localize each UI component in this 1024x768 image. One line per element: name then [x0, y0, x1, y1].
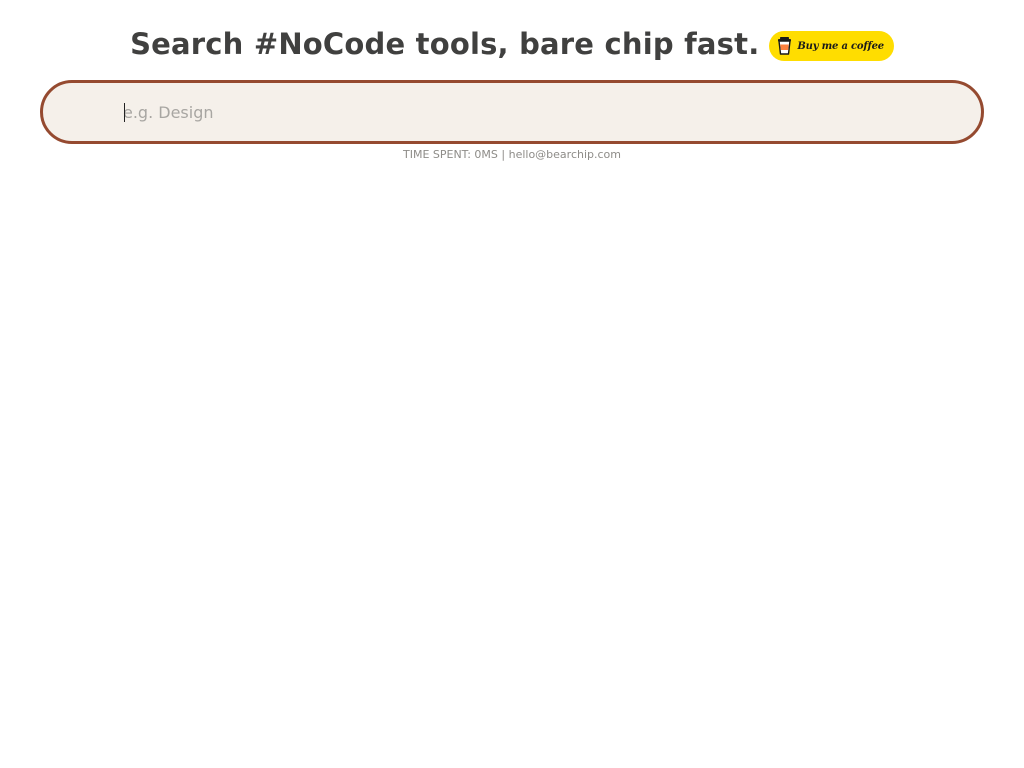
contact-email-link[interactable]: hello@bearchip.com	[509, 148, 621, 161]
text-caret	[124, 103, 125, 122]
buy-me-a-coffee-label: Buy me a coffee	[797, 40, 884, 52]
search-input[interactable]	[123, 83, 943, 141]
coffee-cup-icon	[777, 36, 792, 56]
page-title: Search #NoCode tools, bare chip fast.	[130, 27, 760, 61]
page-header: Search #NoCode tools, bare chip fast. Bu…	[0, 22, 1024, 66]
search-box[interactable]	[40, 80, 984, 144]
status-separator: |	[501, 148, 506, 161]
buy-me-a-coffee-button[interactable]: Buy me a coffee	[769, 31, 894, 61]
time-spent-text: TIME SPENT: 0MS	[402, 148, 498, 161]
status-line: TIME SPENT: 0MS | hello@bearchip.com	[0, 148, 1024, 161]
